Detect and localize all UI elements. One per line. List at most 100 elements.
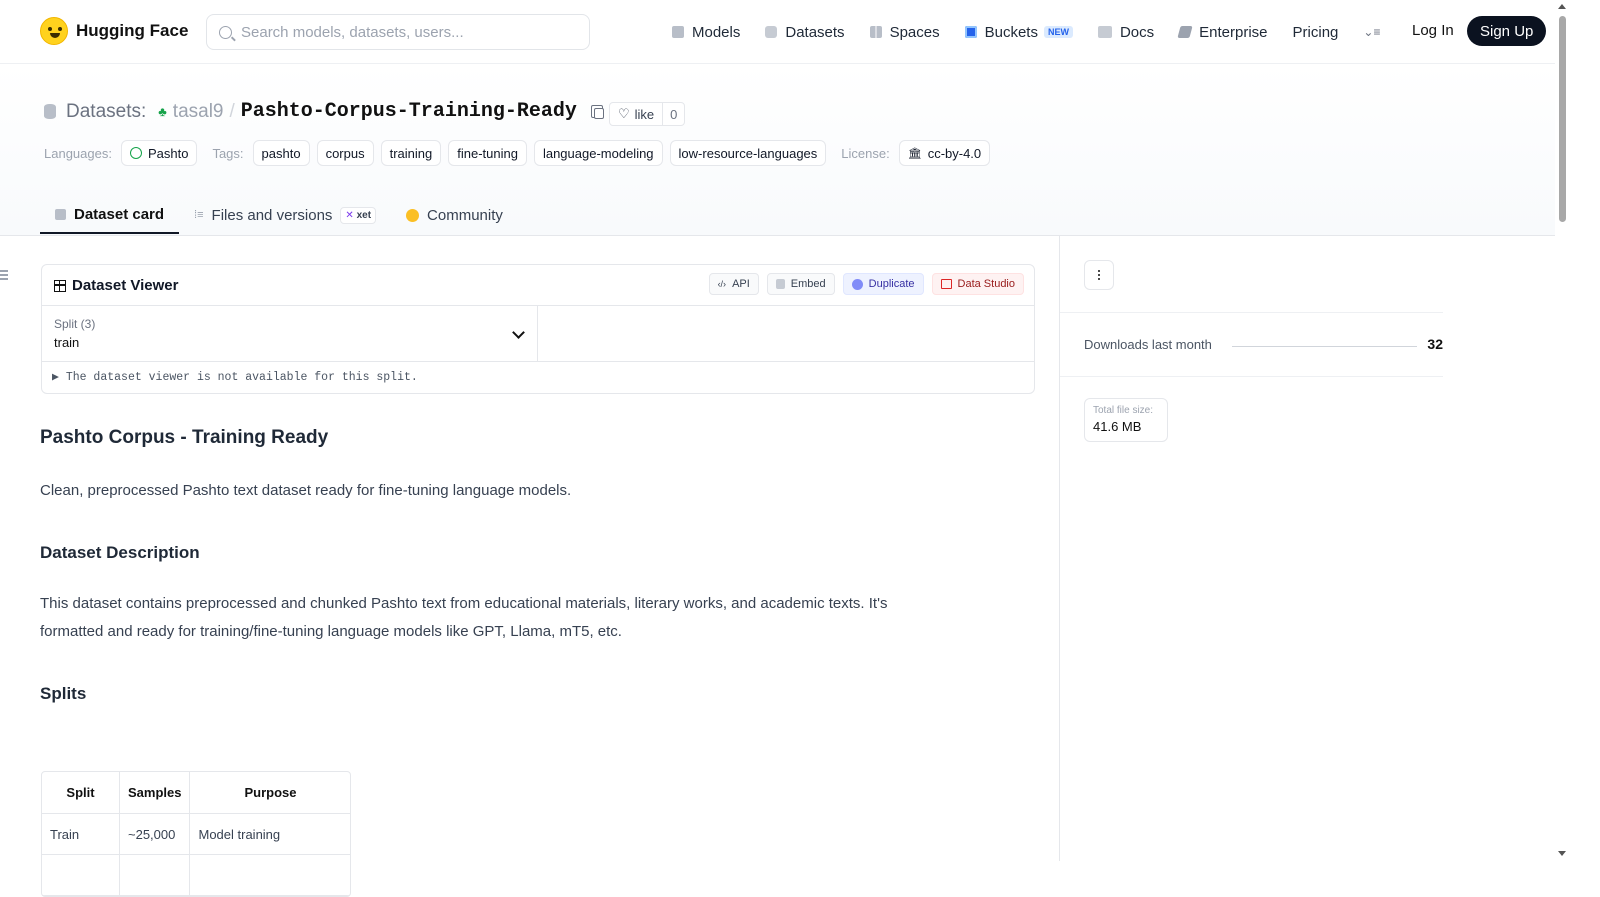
table-cell [42,855,120,896]
tag-chip[interactable]: low-resource-languages [669,140,827,166]
button-label: Data Studio [957,278,1015,290]
nav-link-label: Datasets [785,23,845,41]
column-header: Purpose [190,772,351,814]
hugging-face-logo-icon [40,17,68,45]
nav-datasets-link[interactable]: Datasets [765,23,845,41]
data-studio-icon [940,279,952,289]
tag-label: cc-by-4.0 [927,145,982,161]
nav-link-label: Buckets [984,23,1038,41]
like-label: like [634,106,655,122]
split-selector-row: Split (3) train [42,305,1034,362]
nav-link-label: Spaces [889,23,940,41]
nav-buckets-link[interactable]: Buckets NEW [964,23,1073,41]
sidebar-toggle-icon[interactable] [0,270,8,282]
community-icon [406,208,420,222]
downloads-stat: Downloads last month 32 [1060,312,1443,377]
nav-link-label: Pricing [1292,23,1339,41]
split-select[interactable]: Split (3) train [42,306,538,361]
file-size-label: Total file size: [1093,405,1154,416]
button-label: API [732,278,750,290]
tab-label: Dataset card [74,205,165,223]
scroll-up-arrow-icon[interactable] [1558,4,1566,9]
description-line-2: formatted and ready for training/fine-tu… [40,623,622,640]
nav-docs-link[interactable]: Docs [1097,24,1154,41]
data-studio-button[interactable]: Data Studio [931,273,1024,295]
breadcrumb-section[interactable]: Datasets: [66,101,146,123]
brand-logo[interactable]: Hugging Face [40,17,188,45]
like-button[interactable]: ♡ like 0 [609,102,686,126]
database-icon [44,104,56,119]
nav-pricing-link[interactable]: Pricing [1293,24,1339,41]
xet-icon: ✕ [345,209,354,221]
license-icon: 🏛 [907,147,922,160]
repo-name[interactable]: Pashto-Corpus-Training-Ready [241,100,577,123]
nav-spaces-link[interactable]: Spaces [869,23,940,41]
metadata-tags: Languages: Pashto Tags: pashto corpus tr… [44,140,997,166]
tag-chip[interactable]: pashto [252,140,310,166]
table-cell: Model training [190,814,351,855]
nav-links: Models Datasets Spaces Buckets NEW Docs … [672,0,1405,64]
like-count: 0 [670,106,678,122]
book-icon [1097,26,1112,38]
viewer-title-text: Dataset Viewer [72,277,179,294]
description-heading: Dataset Description [40,543,200,562]
split-label: Split (3) [54,317,96,331]
nav-models-link[interactable]: Models [672,24,740,41]
viewer-unavailable-notice[interactable]: ▶ The dataset viewer is not available fo… [52,369,418,384]
viewer-actions: ‹/› API Embed Duplicate Data Studio [708,273,1024,295]
tab-files-and-versions[interactable]: ⁞≡ Files and versions ✕ xet [179,196,391,234]
tag-chip[interactable]: fine-tuning [448,140,527,166]
table-cell [190,855,351,896]
breadcrumb: Datasets: ♣ tasal9 / Pashto-Corpus-Train… [44,100,604,123]
repo-tabs: Dataset card ⁞≡ Files and versions ✕ xet… [40,196,518,236]
database-icon [765,26,778,38]
splits-table: Split Samples Purpose Train ~25,000 Mode… [41,771,352,897]
file-size-box: Total file size: 41.6 MB [1084,398,1168,442]
grid-icon [869,26,882,38]
breadcrumb-user[interactable]: tasal9 [173,101,224,123]
tag-chip[interactable]: training [380,140,442,166]
copy-icon[interactable] [590,105,604,119]
top-navbar: Hugging Face Models Datasets Spaces Buck… [0,0,1555,64]
license-tag[interactable]: 🏛 cc-by-4.0 [898,140,991,166]
nav-enterprise-link[interactable]: Enterprise [1177,24,1268,41]
breadcrumb-separator: / [229,100,235,122]
search-box[interactable] [206,14,590,50]
duplicate-button[interactable]: Duplicate [842,273,924,295]
login-link[interactable]: Log In [1412,22,1454,39]
language-tag[interactable]: Pashto [120,140,198,166]
signup-button[interactable]: Sign Up [1467,16,1547,46]
tag-chip[interactable]: corpus [316,140,374,166]
embed-button[interactable]: Embed [766,273,835,295]
api-button[interactable]: ‹/› API [708,273,759,295]
description-line-1: This dataset contains preprocessed and c… [40,595,888,612]
table-cell: ~25,000 [120,814,191,855]
table-row: Train ~25,000 Model training [42,814,351,855]
more-options-button[interactable] [1084,260,1114,290]
menu-icon: ⌄≡ [1363,25,1381,39]
table-row [42,855,351,896]
splits-heading: Splits [40,684,87,703]
scroll-down-arrow-icon[interactable] [1558,851,1566,856]
downloads-label: Downloads last month [1084,337,1212,352]
column-header: Split [42,772,120,814]
enterprise-icon [1177,26,1193,38]
dataset-viewer: Dataset Viewer ‹/› API Embed Duplicate Da… [41,264,1035,394]
triangle-right-icon: ▶ [52,371,66,384]
globe-icon [129,147,142,159]
tab-label: Files and versions [211,206,333,224]
cube-icon [672,26,684,38]
tab-dataset-card[interactable]: Dataset card [40,196,180,234]
xet-badge: ✕ xet [340,206,377,224]
scroll-thumb[interactable] [1559,16,1566,222]
like-toggle[interactable]: ♡ like [610,103,664,125]
tag-chip[interactable]: language-modeling [533,140,663,166]
more-menu-button[interactable]: ⌄≡ [1363,25,1380,39]
duplicate-icon [851,278,863,290]
license-label: License: [841,145,890,161]
page-scrollbar[interactable] [1555,0,1568,861]
tab-community[interactable]: Community [391,196,518,234]
file-size-value: 41.6 MB [1093,419,1142,434]
search-input[interactable] [241,23,561,41]
tab-label: Community [427,206,503,224]
